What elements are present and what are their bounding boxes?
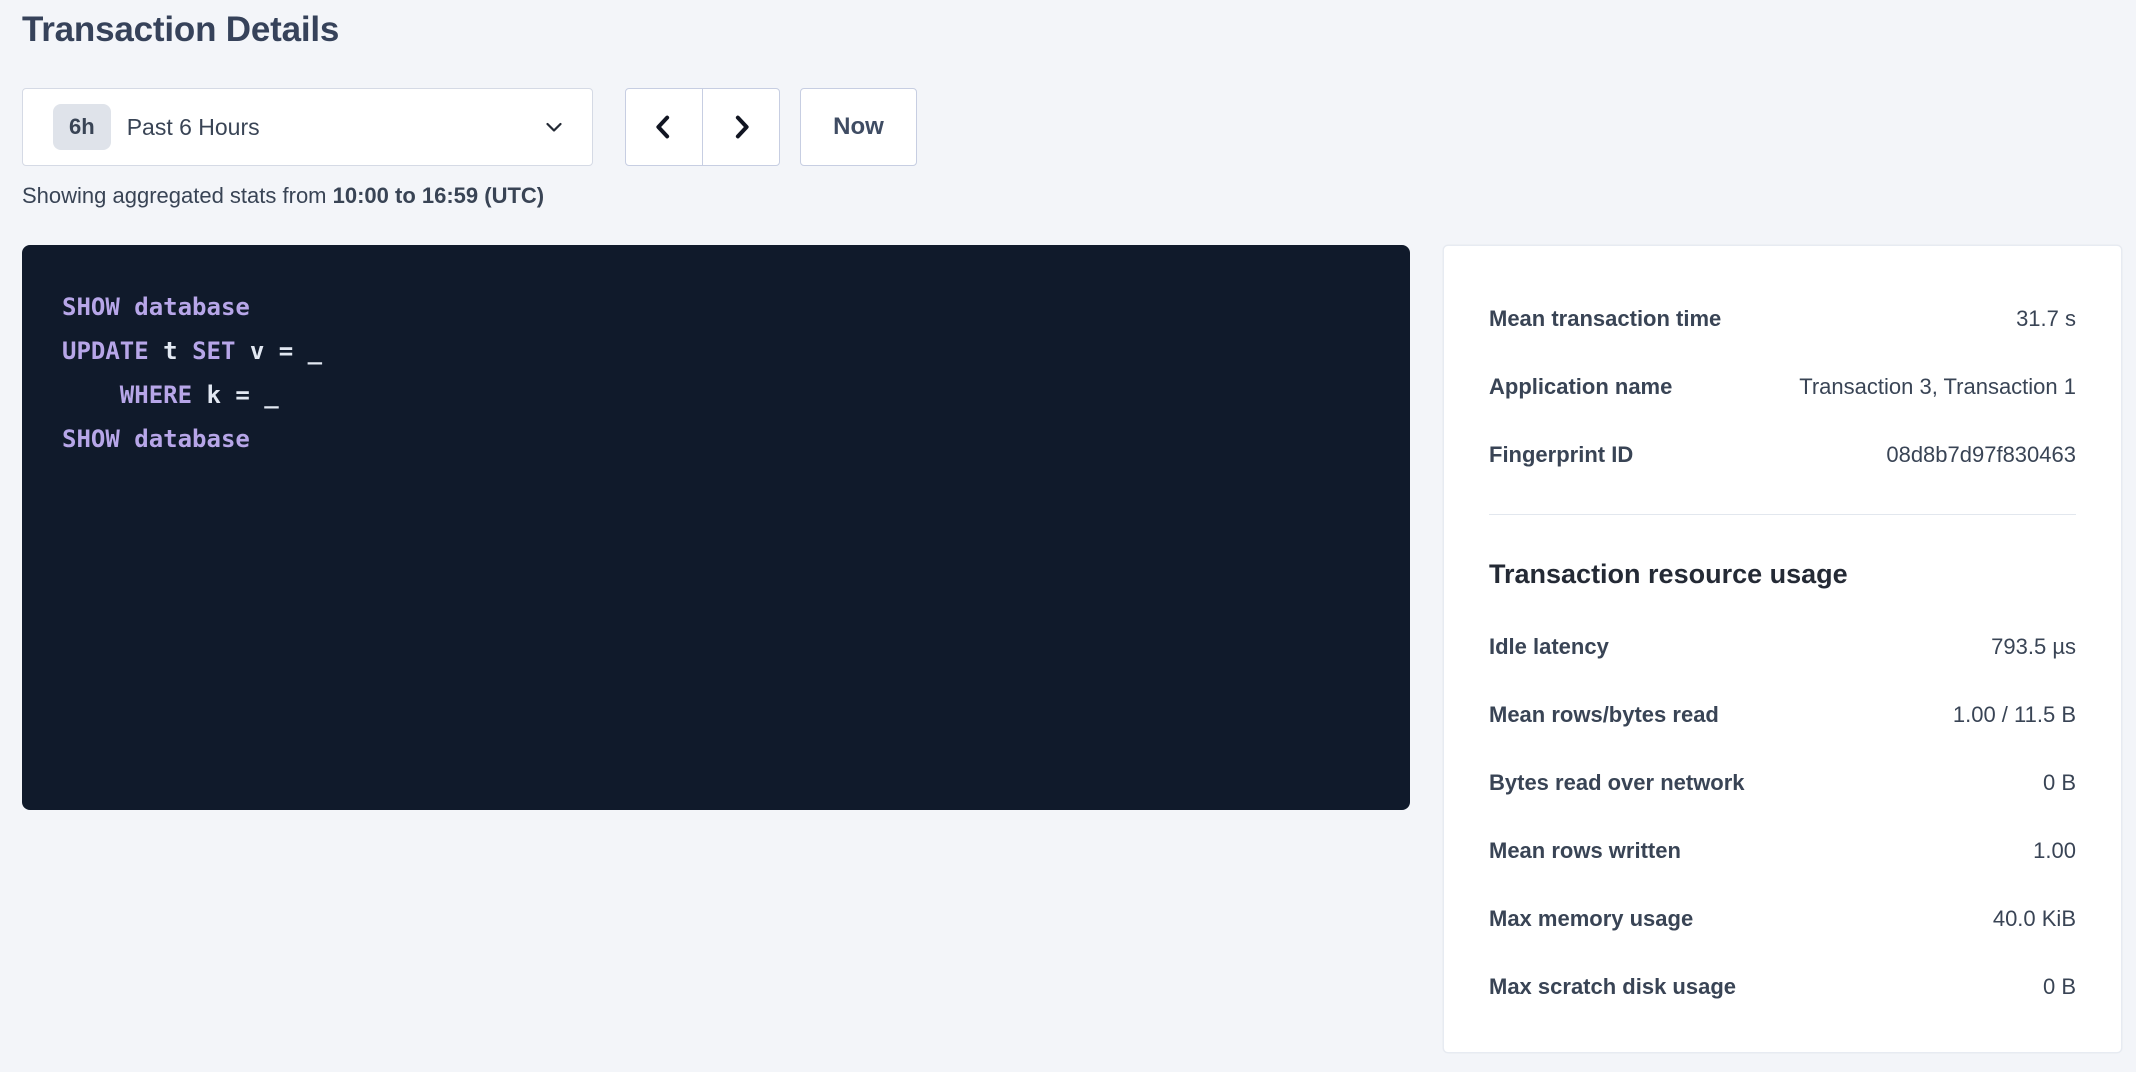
chevron-right-icon (726, 112, 756, 142)
time-range-badge: 6h (53, 104, 111, 150)
previous-range-button[interactable] (625, 88, 703, 166)
time-nav-group (625, 88, 780, 166)
row-label: Mean rows written (1489, 838, 1681, 864)
row-value: 40.0 KiB (1993, 906, 2076, 932)
detail-row: Max memory usage 40.0 KiB (1489, 885, 2076, 953)
row-label: Application name (1489, 374, 1672, 400)
row-value: 08d8b7d97f830463 (1886, 442, 2076, 468)
row-label: Mean transaction time (1489, 306, 1721, 332)
resource-usage-heading: Transaction resource usage (1489, 557, 2076, 591)
detail-row: Bytes read over network 0 B (1489, 749, 2076, 817)
row-value: 0 B (2043, 770, 2076, 796)
chevron-left-icon (649, 112, 679, 142)
detail-row: Mean rows written 1.00 (1489, 817, 2076, 885)
time-range-dropdown[interactable]: 6h Past 6 Hours (22, 88, 593, 166)
row-value: Transaction 3, Transaction 1 (1799, 374, 2076, 400)
row-value: 31.7 s (2016, 306, 2076, 332)
detail-row: Fingerprint ID 08d8b7d97f830463 (1489, 421, 2076, 489)
sql-line: WHERE k = _ (62, 373, 1370, 417)
row-value: 0 B (2043, 974, 2076, 1000)
row-label: Mean rows/bytes read (1489, 702, 1719, 728)
transaction-details-page: Transaction Details 6h Past 6 Hours (0, 0, 2136, 1072)
row-label: Max scratch disk usage (1489, 974, 1736, 1000)
time-picker-bar: 6h Past 6 Hours (22, 88, 917, 166)
row-label: Max memory usage (1489, 906, 1693, 932)
card-divider (1489, 514, 2076, 515)
summary-prefix: Showing aggregated stats from (22, 183, 333, 208)
row-value: 1.00 / 11.5 B (1953, 702, 2076, 728)
sql-statement-box: SHOW databaseUPDATE t SET v = _ WHERE k … (22, 245, 1410, 810)
row-value: 793.5 µs (1991, 634, 2076, 660)
usage-rows: Idle latency 793.5 µs Mean rows/bytes read… (1489, 613, 2076, 1021)
summary-range: 10:00 to 16:59 (UTC) (333, 183, 545, 208)
detail-row: Max scratch disk usage 0 B (1489, 953, 2076, 1021)
next-range-button[interactable] (702, 88, 780, 166)
page-title: Transaction Details (22, 10, 339, 50)
summary-rows: Mean transaction time 31.7 s Application n… (1489, 285, 2076, 489)
sql-line: SHOW database (62, 417, 1370, 461)
now-button[interactable]: Now (800, 88, 917, 166)
detail-row: Mean rows/bytes read 1.00 / 11.5 B (1489, 681, 2076, 749)
row-value: 1.00 (2033, 838, 2076, 864)
chevron-down-icon (542, 115, 566, 139)
sql-line: SHOW database (62, 285, 1370, 329)
row-label: Idle latency (1489, 634, 1609, 660)
row-label: Bytes read over network (1489, 770, 1745, 796)
time-range-label: Past 6 Hours (127, 114, 260, 141)
detail-row: Mean transaction time 31.7 s (1489, 285, 2076, 353)
detail-row: Application name Transaction 3, Transacti… (1489, 353, 2076, 421)
sql-line: UPDATE t SET v = _ (62, 329, 1370, 373)
transaction-details-card: Mean transaction time 31.7 s Application n… (1443, 245, 2122, 1053)
detail-row: Idle latency 793.5 µs (1489, 613, 2076, 681)
row-label: Fingerprint ID (1489, 442, 1633, 468)
aggregated-stats-summary: Showing aggregated stats from 10:00 to 1… (22, 183, 544, 209)
